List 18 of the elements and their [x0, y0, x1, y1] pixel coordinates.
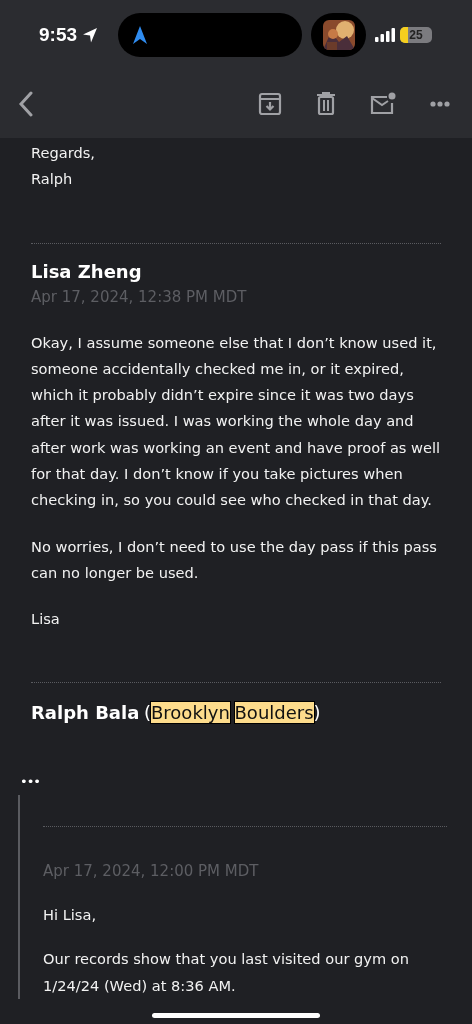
paren-text: ): [313, 701, 321, 723]
highlighted-text: Brooklyn: [151, 701, 230, 723]
highlighted-text: Boulders: [234, 701, 314, 723]
paren-text: (: [143, 701, 151, 723]
message-text: Hi Lisa,: [43, 905, 98, 926]
message-text: Lisa: [31, 609, 61, 630]
message-date: Apr 17, 2024, 12:00 PM MDT: [43, 861, 260, 883]
message-text: Regards,: [31, 143, 96, 163]
message-date: Apr 17, 2024, 12:38 PM MDT: [31, 286, 248, 308]
message-text: Okay, I assume someone else that I don’t know used it, someone accidentally checked me in, or it expired, which it probably didn’t expire since it was two days after it was issued. I was working the whole day and after work was working an event and have proof as well for that day. I don’t know if you take pictures when checking in, so you could see who checked in that day.: [31, 332, 441, 511]
clock-time: 9:53: [39, 24, 78, 46]
sender-name: Lisa Zheng: [31, 259, 143, 284]
message-text: Ralph: [31, 169, 74, 190]
show-quoted-text-toggle[interactable]: •••: [20, 768, 40, 796]
message-text: No worries, I don’t need to use the day pass if this pass can no longer be used.: [31, 536, 438, 583]
sender-name: Ralph Bala: [31, 701, 140, 723]
message-text: Our records show that you last visited our gym on 1/24/24 (Wed) at 8:36 AM.: [43, 949, 410, 996]
battery-icon: 25: [400, 27, 433, 43]
